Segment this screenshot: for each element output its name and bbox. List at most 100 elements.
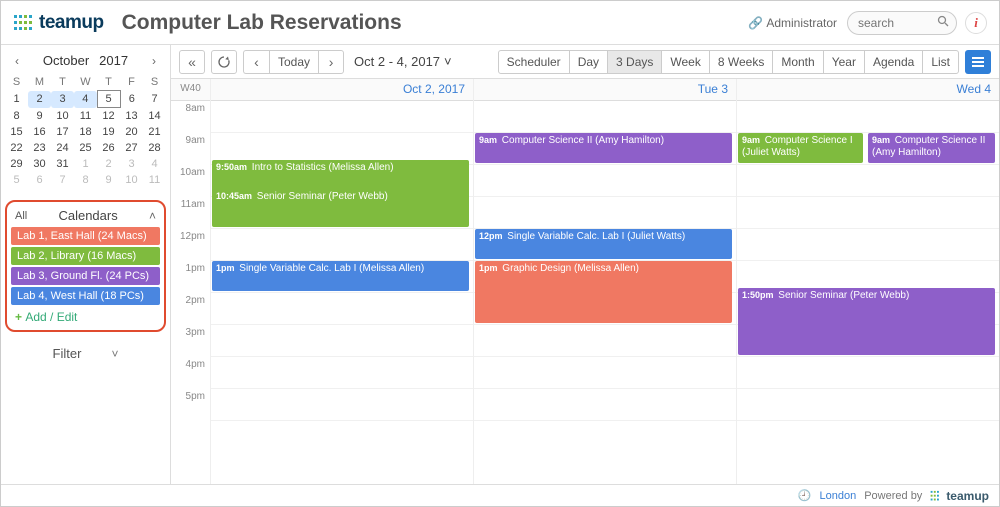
mini-cal-day[interactable]: 13 xyxy=(120,108,143,125)
view-switcher: SchedulerDay3 DaysWeek8 WeeksMonthYearAg… xyxy=(498,50,959,74)
view-month[interactable]: Month xyxy=(773,51,823,73)
mini-cal-day[interactable]: 5 xyxy=(5,172,28,188)
hour-label: 3pm xyxy=(171,325,210,357)
mini-cal-day[interactable]: 16 xyxy=(28,124,51,140)
info-button[interactable]: i xyxy=(965,12,987,34)
add-edit-calendars[interactable]: + Add / Edit xyxy=(11,307,160,324)
prev-range-button[interactable]: ‹ xyxy=(243,50,269,74)
mini-cal-day[interactable]: 2 xyxy=(97,156,120,172)
timezone-link[interactable]: London xyxy=(820,490,857,502)
day-header[interactable]: Oct 2, 2017 xyxy=(211,79,473,101)
mini-cal-day[interactable]: 8 xyxy=(5,108,28,125)
mini-cal-day[interactable]: 8 xyxy=(74,172,97,188)
day-column[interactable]: Tue 3 9am Computer Science II (Amy Hamilt… xyxy=(474,79,737,484)
month-label[interactable]: October xyxy=(43,53,89,68)
calendar-event[interactable]: 9am Computer Science II (Amy Hamilton) xyxy=(475,133,732,163)
mini-cal-day[interactable]: 22 xyxy=(5,140,28,156)
mini-cal-day[interactable]: 24 xyxy=(51,140,74,156)
mini-cal-day[interactable]: 27 xyxy=(120,140,143,156)
mini-cal-day[interactable]: 15 xyxy=(5,124,28,140)
calendar-event[interactable]: 1:50pm Senior Seminar (Peter Webb) xyxy=(738,288,995,355)
view-8-weeks[interactable]: 8 Weeks xyxy=(710,51,773,73)
powered-by-label: Powered by xyxy=(864,490,922,502)
calendar-event[interactable]: 10:45am Senior Seminar (Peter Webb) xyxy=(212,189,469,227)
mini-cal-day[interactable]: 21 xyxy=(143,124,166,140)
mini-cal-day[interactable]: 6 xyxy=(120,91,143,108)
mini-cal-day[interactable]: 4 xyxy=(74,91,97,108)
view-year[interactable]: Year xyxy=(824,51,865,73)
view-list[interactable]: List xyxy=(923,51,958,73)
mini-cal-day[interactable]: 3 xyxy=(51,91,74,108)
chevron-down-icon: ˅ xyxy=(444,54,452,69)
mini-cal-day[interactable]: 7 xyxy=(51,172,74,188)
calendars-all[interactable]: All xyxy=(15,210,27,222)
admin-label: Administrator xyxy=(766,16,837,30)
event-time: 1pm xyxy=(479,263,498,273)
mini-cal-day[interactable]: 11 xyxy=(74,108,97,125)
mini-cal-day[interactable]: 11 xyxy=(143,172,166,188)
calendar-item[interactable]: Lab 3, Ground Fl. (24 PCs) xyxy=(11,267,160,285)
page-title: Computer Lab Reservations xyxy=(122,11,402,35)
mini-cal-day[interactable]: 7 xyxy=(143,91,166,108)
mini-cal-day[interactable]: 10 xyxy=(51,108,74,125)
mini-cal-day[interactable]: 2 xyxy=(28,91,51,108)
mini-cal-day[interactable]: 14 xyxy=(143,108,166,125)
view-agenda[interactable]: Agenda xyxy=(865,51,923,73)
mini-cal-day[interactable]: 26 xyxy=(97,140,120,156)
teamup-logo-icon xyxy=(13,14,35,32)
mini-cal-day[interactable]: 30 xyxy=(28,156,51,172)
next-range-button[interactable]: › xyxy=(318,50,344,74)
logo[interactable]: teamup xyxy=(13,12,104,34)
mini-cal-day[interactable]: 17 xyxy=(51,124,74,140)
mini-cal-day[interactable]: 23 xyxy=(28,140,51,156)
search-icon[interactable] xyxy=(937,15,949,30)
view-day[interactable]: Day xyxy=(570,51,608,73)
mini-cal-day[interactable]: 9 xyxy=(97,172,120,188)
event-time: 1pm xyxy=(216,263,235,273)
chevron-up-icon[interactable]: ˄ xyxy=(149,209,156,223)
mini-cal-day[interactable]: 12 xyxy=(97,108,120,125)
mini-cal-day[interactable]: 19 xyxy=(97,124,120,140)
mini-cal-day[interactable]: 3 xyxy=(120,156,143,172)
mini-cal-day[interactable]: 1 xyxy=(5,91,28,108)
day-column[interactable]: Oct 2, 20179:50am Intro to Statistics (M… xyxy=(211,79,474,484)
refresh-button[interactable] xyxy=(211,50,237,74)
calendar-item[interactable]: Lab 4, West Hall (18 PCs) xyxy=(11,287,160,305)
calendar-event[interactable]: 9am Computer Science II (Amy Hamilton) xyxy=(868,133,995,163)
calendar-event[interactable]: 1pm Single Variable Calc. Lab I (Melissa… xyxy=(212,261,469,291)
menu-button[interactable] xyxy=(965,50,991,74)
mini-cal-day[interactable]: 9 xyxy=(28,108,51,125)
mini-cal-day[interactable]: 10 xyxy=(120,172,143,188)
today-button[interactable]: Today xyxy=(269,50,318,74)
date-range-picker[interactable]: Oct 2 - 4, 2017 ˅ xyxy=(354,54,452,69)
calendar-event[interactable]: 12pm Single Variable Calc. Lab I (Juliet… xyxy=(475,229,732,259)
mini-cal-day[interactable]: 25 xyxy=(74,140,97,156)
year-label[interactable]: 2017 xyxy=(99,53,128,68)
calendar-item[interactable]: Lab 1, East Hall (24 Macs) xyxy=(11,227,160,245)
calendar-event[interactable]: 1pm Graphic Design (Melissa Allen) xyxy=(475,261,732,323)
mini-cal-day[interactable]: 4 xyxy=(143,156,166,172)
mini-cal-day[interactable]: 28 xyxy=(143,140,166,156)
day-column[interactable]: Wed 4 9am Computer Science I (Juliet Watt… xyxy=(737,79,999,484)
calendar-event[interactable]: 9am Computer Science I (Juliet Watts) xyxy=(738,133,863,163)
prev-month-button[interactable]: ‹ xyxy=(9,54,25,68)
calendar-item[interactable]: Lab 2, Library (16 Macs) xyxy=(11,247,160,265)
footer-logo[interactable]: teamup xyxy=(930,489,989,503)
day-header[interactable]: Wed 4 xyxy=(737,79,999,101)
mini-cal-day[interactable]: 6 xyxy=(28,172,51,188)
mini-cal-day[interactable]: 20 xyxy=(120,124,143,140)
first-page-button[interactable]: « xyxy=(179,50,205,74)
mini-cal-day[interactable]: 1 xyxy=(74,156,97,172)
view-scheduler[interactable]: Scheduler xyxy=(499,51,570,73)
administrator-link[interactable]: 🔗 Administrator xyxy=(748,16,837,30)
mini-cal-day[interactable]: 5 xyxy=(97,91,120,108)
view-3-days[interactable]: 3 Days xyxy=(608,51,662,73)
day-header[interactable]: Tue 3 xyxy=(474,79,736,101)
filter-row[interactable]: Filter ˅ xyxy=(5,332,166,375)
next-month-button[interactable]: › xyxy=(146,54,162,68)
mini-cal-day[interactable]: 18 xyxy=(74,124,97,140)
mini-calendar[interactable]: SMTWTFS 12345678910111213141516171819202… xyxy=(5,74,166,188)
mini-cal-day[interactable]: 31 xyxy=(51,156,74,172)
mini-cal-day[interactable]: 29 xyxy=(5,156,28,172)
view-week[interactable]: Week xyxy=(662,51,709,73)
